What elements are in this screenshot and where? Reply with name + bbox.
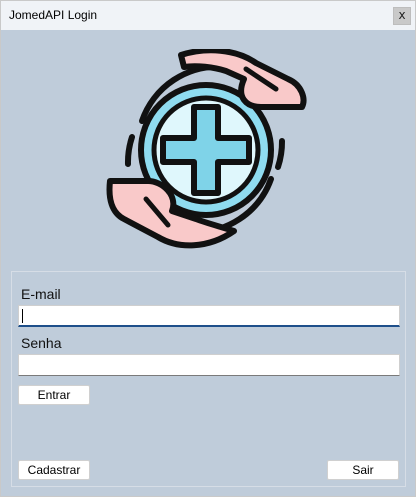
password-label: Senha <box>21 335 62 351</box>
window-title: JomedAPI Login <box>9 8 98 22</box>
healthcare-hands-cross-icon <box>106 49 307 249</box>
login-button[interactable]: Entrar <box>18 385 90 405</box>
password-field[interactable] <box>18 354 400 376</box>
exit-button[interactable]: Sair <box>327 460 399 480</box>
text-caret <box>22 309 23 323</box>
close-button[interactable]: x <box>393 7 411 25</box>
title-bar[interactable]: JomedAPI Login x <box>1 1 415 30</box>
email-label: E-mail <box>21 286 61 302</box>
login-form-panel: E-mail Senha Entrar Cadastrar Sair <box>11 271 406 487</box>
login-window: JomedAPI Login x E-mail Senha Entrar Cad… <box>0 0 416 497</box>
email-field[interactable] <box>18 305 400 327</box>
close-icon: x <box>398 8 406 22</box>
register-button[interactable]: Cadastrar <box>18 460 90 480</box>
